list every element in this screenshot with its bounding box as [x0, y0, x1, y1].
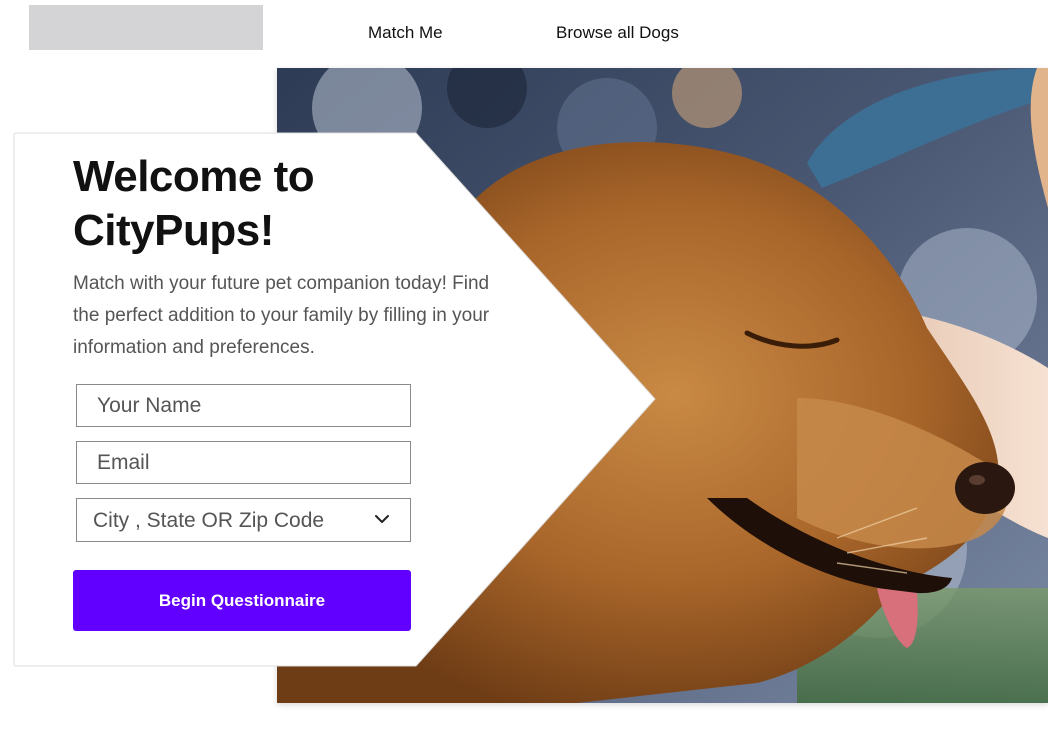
chevron-down-icon: [375, 515, 389, 523]
location-select-value: City , State OR Zip Code: [93, 509, 325, 532]
location-select[interactable]: City , State OR Zip Code: [76, 498, 411, 542]
welcome-subtitle: Match with your future pet companion tod…: [73, 273, 490, 358]
welcome-card-content: Welcome to CityPups! Match with your fut…: [73, 150, 513, 364]
name-input[interactable]: [76, 384, 411, 427]
email-input[interactable]: [76, 441, 411, 484]
title-line-1: Welcome to: [73, 152, 315, 201]
nav-link-match-me[interactable]: Match Me: [368, 22, 443, 44]
page-title: Welcome to CityPups!: [73, 150, 513, 258]
nav-link-browse-all-dogs[interactable]: Browse all Dogs: [556, 22, 679, 44]
page: Match Me Browse all Dogs Welcome to City…: [0, 0, 1048, 742]
logo-placeholder[interactable]: [29, 5, 263, 50]
title-line-2: CityPups!: [73, 206, 274, 255]
begin-questionnaire-button[interactable]: Begin Questionnaire: [73, 570, 411, 631]
